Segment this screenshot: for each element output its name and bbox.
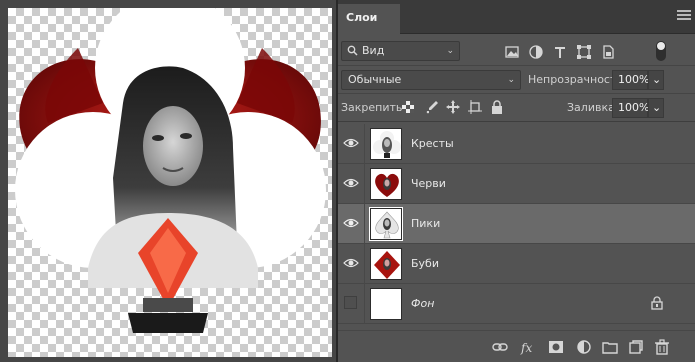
layer-name: Фон (411, 297, 435, 310)
shape-filter-icon[interactable] (576, 44, 592, 60)
portrait-face (143, 106, 203, 186)
lock-transparent-pixels-icon[interactable] (402, 101, 414, 113)
eye-icon[interactable] (343, 175, 359, 191)
lock-label: Закрепить: (341, 101, 407, 114)
layer-thumbnail (370, 128, 402, 160)
chevron-down-icon: ⌄ (446, 46, 454, 56)
add-mask-icon[interactable] (548, 339, 564, 355)
new-layer-icon[interactable] (628, 339, 644, 355)
fill-label: Заливка: (567, 101, 619, 114)
lock-row: Закрепить: Заливка: 100% ⌄ (338, 94, 695, 122)
link-layers-icon[interactable] (492, 339, 508, 355)
opacity-chevron-icon[interactable]: ⌄ (648, 70, 664, 90)
document-canvas[interactable] (8, 8, 332, 357)
layer-row-fon[interactable]: Фон (338, 284, 695, 324)
image-filter-icon[interactable] (504, 44, 520, 60)
tab-layers[interactable]: Слои (338, 4, 400, 34)
layers-list: Кресты Черви Пики Буби Фон (338, 124, 695, 328)
card-suits-artwork (15, 8, 326, 333)
layer-thumbnail (370, 248, 402, 280)
fill-chevron-icon[interactable]: ⌄ (648, 98, 664, 118)
lock-all-icon[interactable] (489, 99, 505, 115)
panel-menu-icon[interactable] (677, 10, 691, 22)
filter-kind-dropdown[interactable]: Вид ⌄ (341, 41, 460, 61)
smart-object-filter-icon[interactable] (600, 44, 616, 60)
blend-row: Обычные ⌄ Непрозрачность: 100% ⌄ (338, 66, 695, 94)
blend-mode-dropdown[interactable]: Обычные ⌄ (341, 70, 521, 90)
layer-name: Пики (411, 217, 441, 230)
layer-thumbnail (370, 168, 402, 200)
layer-thumbnail (369, 207, 403, 241)
filter-kind-label: Вид (362, 44, 385, 57)
eye-icon[interactable] (343, 135, 359, 151)
filter-row: Вид ⌄ (338, 38, 695, 66)
spade-stem (128, 313, 208, 333)
layer-name: Черви (411, 177, 446, 190)
layer-row-piki[interactable]: Пики (338, 204, 695, 244)
layers-panel: Слои Вид ⌄ Обычные ⌄ Непрозрачность: 100… (338, 0, 695, 362)
delete-layer-icon[interactable] (654, 339, 670, 355)
type-filter-icon[interactable] (552, 44, 568, 60)
panel-tab-bar: Слои (338, 0, 695, 34)
layer-row-bubi[interactable]: Буби (338, 244, 695, 284)
document-canvas-area[interactable] (0, 0, 336, 362)
lock-image-pixels-icon[interactable] (424, 99, 440, 115)
adjustment-layer-icon[interactable] (576, 339, 592, 355)
layer-name: Буби (411, 257, 439, 270)
eye-icon[interactable] (343, 255, 359, 271)
adjustment-filter-icon[interactable] (528, 44, 544, 60)
chevron-down-icon: ⌄ (507, 75, 515, 85)
opacity-input[interactable]: 100% (612, 70, 649, 90)
panel-footer: fx (338, 330, 695, 362)
eye-icon[interactable] (343, 215, 359, 231)
layer-row-chervi[interactable]: Черви (338, 164, 695, 204)
fx-icon[interactable]: fx (520, 339, 536, 355)
blend-mode-value: Обычные (348, 73, 402, 86)
lock-position-icon[interactable] (445, 99, 461, 115)
fill-input[interactable]: 100% (612, 98, 649, 118)
visibility-toggle-empty[interactable] (344, 296, 357, 309)
svg-text:fx: fx (520, 341, 532, 355)
new-group-icon[interactable] (602, 339, 618, 355)
filter-toggle[interactable] (656, 41, 666, 61)
lock-icon[interactable] (651, 296, 663, 310)
layer-thumbnail (370, 288, 402, 320)
layer-row-kresty[interactable]: Кресты (338, 124, 695, 164)
lock-artboard-icon[interactable] (467, 99, 483, 115)
layer-name: Кресты (411, 137, 454, 150)
search-icon (347, 45, 358, 56)
